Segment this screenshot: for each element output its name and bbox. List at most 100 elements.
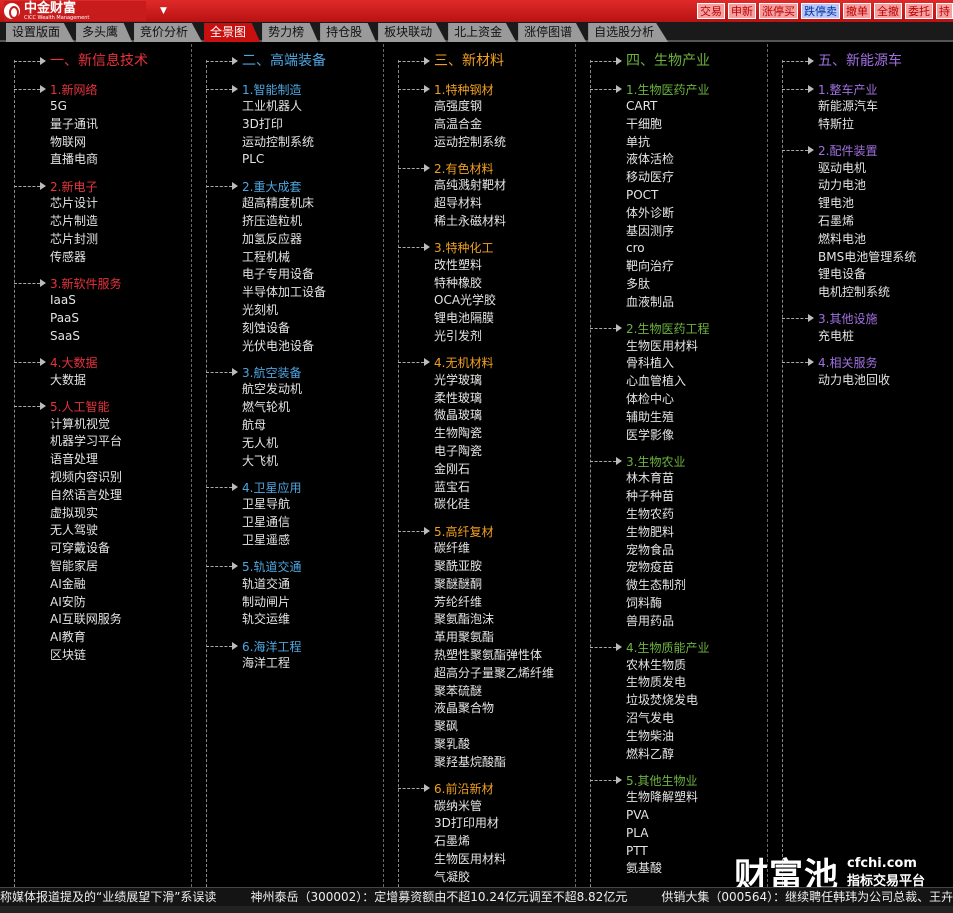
sector-header[interactable]: 4.大数据 [14, 354, 122, 372]
concept-item[interactable]: 5G [14, 98, 122, 116]
tab-item[interactable]: 北上资金 [448, 23, 517, 42]
concept-item[interactable]: 芯片设计 [14, 195, 122, 213]
concept-item[interactable]: 轨交运维 [206, 611, 326, 629]
concept-item[interactable]: 生物质发电 [590, 674, 709, 692]
trade-button[interactable]: 全撤 [874, 3, 902, 19]
concept-item[interactable]: 工业机器人 [206, 98, 326, 116]
concept-item[interactable]: 大数据 [14, 372, 122, 390]
concept-item[interactable]: AI金融 [14, 576, 122, 594]
concept-item[interactable]: 运动控制系统 [398, 134, 554, 152]
concept-item[interactable]: 光学玻璃 [398, 372, 554, 390]
concept-item[interactable]: 航空发动机 [206, 381, 326, 399]
concept-item[interactable]: 生物肥料 [590, 524, 709, 542]
concept-item[interactable]: 挤压造粒机 [206, 213, 326, 231]
concept-item[interactable]: 光刻机 [206, 302, 326, 320]
concept-item[interactable]: 林木育苗 [590, 470, 709, 488]
concept-item[interactable]: 超高分子量聚乙烯纤维 [398, 665, 554, 683]
sector-header[interactable]: 4.生物质能产业 [590, 639, 709, 657]
concept-item[interactable]: 动力电池 [782, 177, 916, 195]
concept-item[interactable]: 卫星通信 [206, 514, 326, 532]
sector-header[interactable]: 1.智能制造 [206, 80, 326, 98]
concept-item[interactable]: 直播电商 [14, 151, 122, 169]
concept-item[interactable]: 电子专用设备 [206, 266, 326, 284]
concept-item[interactable]: 驱动电机 [782, 160, 916, 178]
concept-item[interactable]: 无人驾驶 [14, 522, 122, 540]
concept-item[interactable]: 单抗 [590, 134, 709, 152]
trade-button[interactable]: 持 [936, 3, 953, 19]
tab-item[interactable]: 多头鹰 [76, 23, 133, 42]
concept-item[interactable]: 芯片制造 [14, 213, 122, 231]
concept-item[interactable]: 计算机视觉 [14, 416, 122, 434]
concept-item[interactable]: 高温合金 [398, 116, 554, 134]
concept-item[interactable]: 柔性玻璃 [398, 390, 554, 408]
concept-item[interactable]: 垃圾焚烧发电 [590, 692, 709, 710]
concept-item[interactable]: 新能源汽车 [782, 98, 916, 116]
concept-item[interactable]: 生物降解塑料 [590, 789, 709, 807]
trade-button[interactable]: 撤单 [843, 3, 871, 19]
concept-item[interactable]: 聚酰亚胺 [398, 558, 554, 576]
tab-item[interactable]: 涨停图谱 [518, 23, 587, 42]
concept-item[interactable]: 骨科植入 [590, 355, 709, 373]
concept-item[interactable]: 金刚石 [398, 461, 554, 479]
concept-item[interactable]: 3D打印 [206, 116, 326, 134]
concept-item[interactable]: 锂电设备 [782, 266, 916, 284]
concept-item[interactable]: 基因测序 [590, 223, 709, 241]
concept-item[interactable]: 智能家居 [14, 558, 122, 576]
concept-item[interactable]: 石墨烯 [398, 833, 554, 851]
ticker-item[interactable]: 供销大集（000564）：继续聘任韩玮为公司总裁、王卉为财务总监 [661, 890, 953, 904]
concept-item[interactable]: 自然语言处理 [14, 487, 122, 505]
concept-item[interactable]: 农林生物质 [590, 657, 709, 675]
concept-item[interactable]: 医学影像 [590, 427, 709, 445]
concept-item[interactable]: 芳纶纤维 [398, 594, 554, 612]
concept-item[interactable]: 语音处理 [14, 451, 122, 469]
sector-header[interactable]: 1.新网络 [14, 80, 122, 98]
concept-item[interactable]: 制动闸片 [206, 594, 326, 612]
concept-item[interactable]: 光伏电池设备 [206, 338, 326, 356]
concept-item[interactable]: 特斯拉 [782, 116, 916, 134]
concept-item[interactable]: 聚乳酸 [398, 736, 554, 754]
concept-item[interactable]: 卫星导航 [206, 496, 326, 514]
concept-item[interactable]: 生物医用材料 [398, 851, 554, 869]
concept-item[interactable]: 宠物疫苗 [590, 559, 709, 577]
concept-item[interactable]: POCT [590, 187, 709, 205]
concept-item[interactable]: 液体活检 [590, 151, 709, 169]
concept-item[interactable]: 视频内容识别 [14, 469, 122, 487]
concept-item[interactable]: 大飞机 [206, 453, 326, 471]
concept-item[interactable]: 兽用药品 [590, 613, 709, 631]
concept-item[interactable]: 高强度钢 [398, 98, 554, 116]
concept-item[interactable]: AI互联网服务 [14, 611, 122, 629]
concept-item[interactable]: IaaS [14, 292, 122, 310]
concept-item[interactable]: 生物农药 [590, 506, 709, 524]
category-title[interactable]: 三、新材料 [398, 52, 504, 70]
sector-header[interactable]: 1.特种钢材 [398, 80, 554, 98]
concept-item[interactable]: 电机控制系统 [782, 284, 916, 302]
sector-header[interactable]: 3.特种化工 [398, 239, 554, 257]
concept-item[interactable]: BMS电池管理系统 [782, 249, 916, 267]
concept-item[interactable]: AI教育 [14, 629, 122, 647]
category-title[interactable]: 一、新信息技术 [14, 52, 148, 70]
sector-header[interactable]: 4.卫星应用 [206, 478, 326, 496]
concept-item[interactable]: 碳化硅 [398, 496, 554, 514]
trade-button[interactable]: 交易 [697, 3, 725, 19]
concept-item[interactable]: 运动控制系统 [206, 134, 326, 152]
concept-item[interactable]: 特种橡胶 [398, 275, 554, 293]
concept-item[interactable]: 锂电池隔膜 [398, 310, 554, 328]
sector-header[interactable]: 2.配件装置 [782, 142, 916, 160]
concept-item[interactable]: 聚苯硫醚 [398, 683, 554, 701]
chevron-down-icon[interactable]: ▼ [160, 6, 167, 16]
tab-item[interactable]: 自选股分析 [588, 23, 669, 42]
concept-item[interactable]: 聚砜 [398, 718, 554, 736]
concept-item[interactable]: 刻蚀设备 [206, 320, 326, 338]
concept-item[interactable]: 种子种苗 [590, 488, 709, 506]
concept-item[interactable]: cro [590, 240, 709, 258]
concept-item[interactable]: 超高精度机床 [206, 195, 326, 213]
concept-item[interactable]: 微晶玻璃 [398, 407, 554, 425]
concept-item[interactable]: 无人机 [206, 435, 326, 453]
concept-item[interactable]: PTT [590, 843, 709, 861]
concept-item[interactable]: 聚醚醚酮 [398, 576, 554, 594]
sector-header[interactable]: 3.其他设施 [782, 310, 916, 328]
concept-item[interactable]: 多肽 [590, 276, 709, 294]
concept-item[interactable]: 微生态制剂 [590, 577, 709, 595]
concept-item[interactable]: 半导体加工设备 [206, 284, 326, 302]
sector-header[interactable]: 2.生物医药工程 [590, 320, 709, 338]
